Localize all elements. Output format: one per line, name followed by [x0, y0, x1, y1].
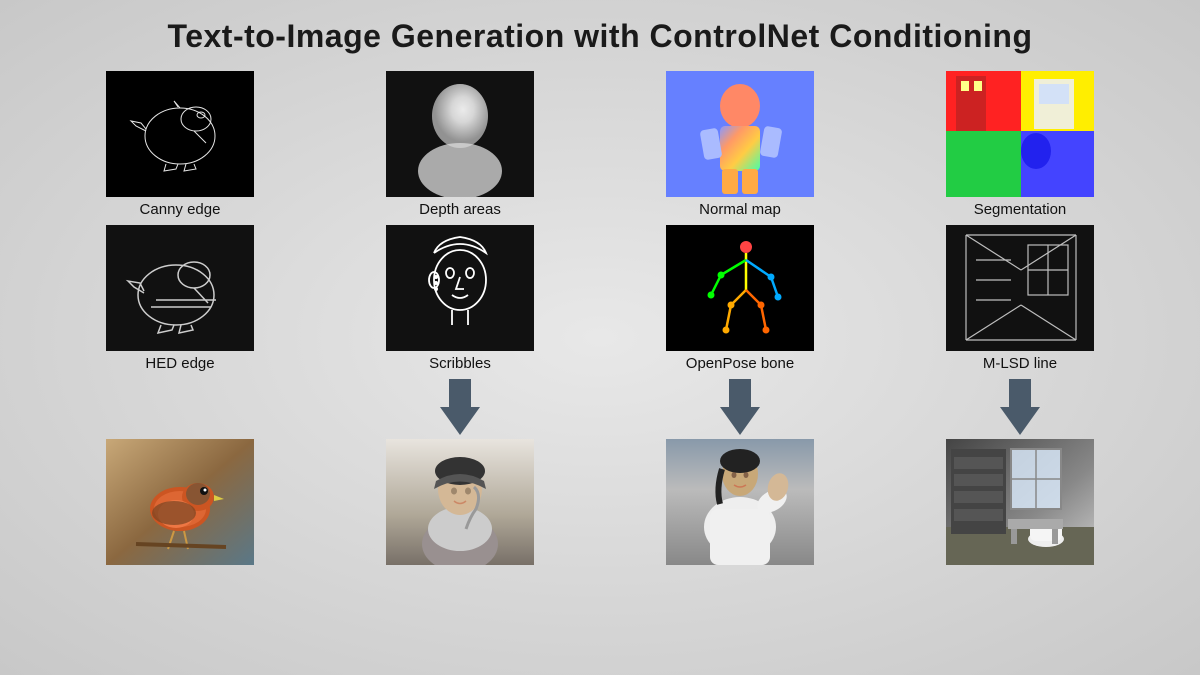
result-bird-image [106, 439, 254, 565]
result-woman-cell [350, 439, 570, 565]
openpose-label: OpenPose bone [686, 355, 794, 373]
normal-map-image [666, 71, 814, 197]
results-row [30, 439, 1170, 565]
scribbles-label: Scribbles [429, 355, 491, 373]
canny-edge-label: Canny edge [140, 201, 221, 219]
main-content: Canny edge HED edge [30, 71, 1170, 565]
result-room-image [946, 439, 1094, 565]
openpose-image [666, 225, 814, 351]
normal-map-label: Normal map [699, 201, 781, 219]
arrow-col-1 [40, 379, 320, 435]
arrow-head [440, 407, 480, 435]
arrow-shaft [449, 379, 471, 407]
arrow-down-2 [440, 379, 480, 435]
arrow-head-4 [1000, 407, 1040, 435]
arrow-col-2 [320, 379, 600, 435]
col-depth: Depth areas [350, 71, 570, 373]
arrow-down-4 [1000, 379, 1040, 435]
result-room-cell [910, 439, 1130, 565]
mlsd-label: M-LSD line [983, 355, 1057, 373]
page-title: Text-to-Image Generation with ControlNet… [168, 18, 1033, 55]
arrow-head-3 [720, 407, 760, 435]
arrows-row [30, 379, 1170, 435]
segmentation-image [946, 71, 1094, 197]
arrow-shaft-3 [729, 379, 751, 407]
result-fashion-image [666, 439, 814, 565]
arrow-col-3 [600, 379, 880, 435]
arrow-down-3 [720, 379, 760, 435]
result-fashion-cell [630, 439, 850, 565]
row1: Canny edge HED edge [30, 71, 1170, 373]
scribbles-image [386, 225, 534, 351]
depth-areas-image [386, 71, 534, 197]
arrow-col-4 [880, 379, 1160, 435]
result-woman-image [386, 439, 534, 565]
col-canny: Canny edge HED edge [70, 71, 290, 373]
hed-edge-image [106, 225, 254, 351]
segmentation-label: Segmentation [974, 201, 1067, 219]
arrow-shaft-4 [1009, 379, 1031, 407]
result-bird-cell [70, 439, 290, 565]
hed-edge-label: HED edge [145, 355, 214, 373]
col-normal: Normal map [630, 71, 850, 373]
mlsd-image [946, 225, 1094, 351]
canny-edge-image [106, 71, 254, 197]
depth-areas-label: Depth areas [419, 201, 501, 219]
col-seg: Segmentation [910, 71, 1130, 373]
